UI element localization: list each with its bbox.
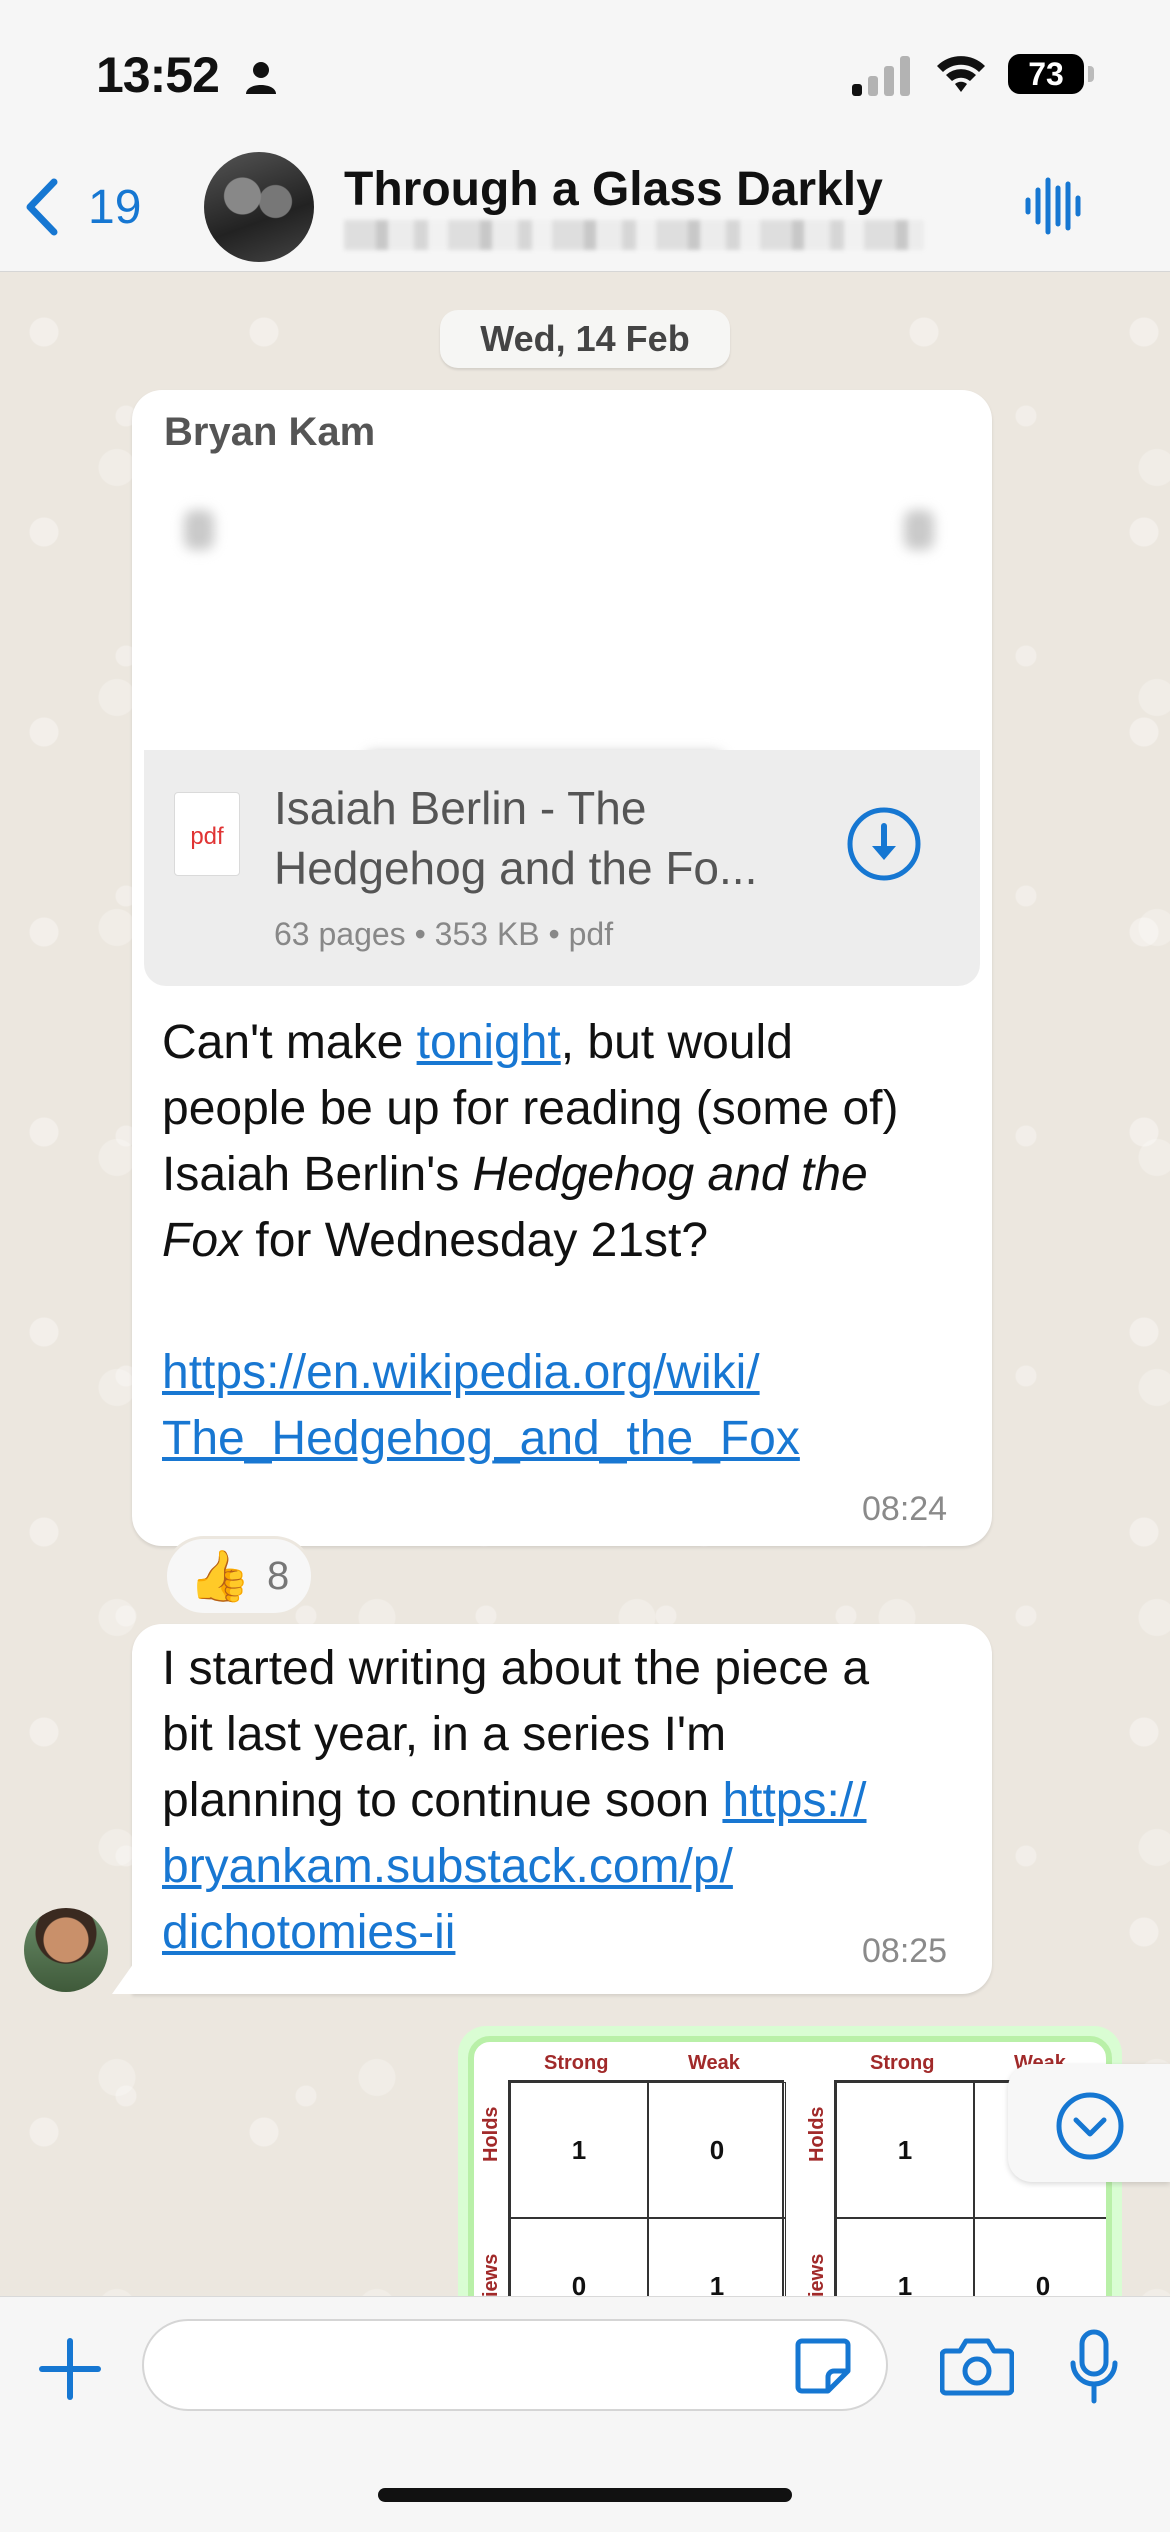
scroll-to-bottom-button[interactable]	[1008, 2064, 1170, 2182]
sender-name: Bryan Kam	[164, 410, 376, 454]
chevron-left-icon	[26, 178, 58, 236]
document-preview-thumbnail[interactable]	[144, 470, 980, 818]
matrix-grid: 1 0 0 1	[508, 2080, 786, 2320]
audio-call-icon[interactable]	[1024, 176, 1086, 236]
matrix-cell: 1	[510, 2082, 648, 2218]
document-name: Isaiah Berlin - The Hedgehog and the Fo.…	[274, 778, 814, 898]
matrix-cell: 0	[648, 2082, 786, 2218]
message-time: 08:24	[862, 1490, 948, 1528]
tonight-link[interactable]: tonight	[417, 1016, 561, 1069]
substack-link-part2[interactable]: bryankam.substack.com/p/	[162, 1840, 733, 1893]
document-name-line1: Isaiah Berlin - The	[274, 782, 647, 834]
message-text: Can't make tonight, but would people be …	[162, 1010, 898, 1472]
matrix-col-header: Weak	[688, 2052, 740, 2074]
matrix-row-header: Holds	[480, 2106, 502, 2162]
battery-cap	[1088, 66, 1094, 82]
message-text: I started writing about the piece a bit …	[162, 1642, 870, 1959]
reaction-badge[interactable]: 👍 8	[164, 1536, 314, 1616]
reaction-count: 8	[267, 1553, 290, 1598]
status-time: 13:52	[96, 47, 220, 103]
bubble-tail	[112, 1960, 136, 1994]
substack-link-part3[interactable]: dichotomies-ii	[162, 1906, 455, 1959]
message-time: 08:25	[862, 1932, 948, 1970]
matrix-col-header: Strong	[870, 2052, 935, 2074]
pdf-file-icon: pdf	[174, 792, 240, 876]
camera-icon[interactable]	[940, 2335, 1014, 2397]
microphone-icon[interactable]	[1068, 2329, 1120, 2405]
thumbs-up-icon: 👍	[188, 1547, 251, 1604]
home-indicator	[378, 2488, 792, 2502]
group-subtitle-redacted	[344, 220, 924, 250]
message-bubble[interactable]: Bryan Kam pdf Isaiah Berlin - The Hedgeh…	[132, 390, 992, 1546]
wifi-icon	[937, 56, 985, 92]
pdf-label: pdf	[190, 823, 224, 850]
document-attachment[interactable]: pdf Isaiah Berlin - The Hedgehog and the…	[144, 750, 980, 986]
document-name-line2: Hedgehog and the Fo...	[274, 842, 758, 894]
person-icon	[246, 62, 276, 94]
unread-count: 19	[88, 180, 142, 234]
matrix-col-header: Strong	[544, 2052, 609, 2074]
plus-icon[interactable]	[38, 2337, 102, 2401]
date-separator: Wed, 14 Feb	[440, 310, 730, 368]
battery-indicator: 73	[1008, 54, 1084, 94]
group-title[interactable]: Through a Glass Darkly	[344, 162, 883, 217]
sender-avatar[interactable]	[24, 1908, 108, 1992]
matrix-cell: 1	[836, 2082, 974, 2218]
status-bar: 13:52 73	[0, 0, 1170, 150]
message-bubble[interactable]: I started writing about the piece a bit …	[132, 1624, 992, 1994]
back-button[interactable]: 19	[22, 174, 141, 240]
matrix-left: Strong Weak Holds Views 1 0 0 1	[474, 2042, 794, 2320]
group-avatar[interactable]	[204, 152, 314, 262]
wikipedia-link[interactable]: https://en.wikipedia.org/wiki/ The_Hedge…	[162, 1340, 898, 1472]
message-input[interactable]	[142, 2319, 888, 2411]
download-icon[interactable]	[844, 804, 924, 884]
substack-link-part1[interactable]: https://	[722, 1774, 866, 1827]
document-meta: 63 pages • 353 KB • pdf	[274, 916, 614, 952]
matrix-row-header: Holds	[806, 2106, 828, 2162]
chat-header: 19 Through a Glass Darkly	[0, 150, 1170, 272]
chevron-down-circle-icon	[1056, 2092, 1124, 2160]
cellular-signal-icon	[852, 56, 910, 96]
sticker-icon[interactable]	[794, 2337, 852, 2395]
